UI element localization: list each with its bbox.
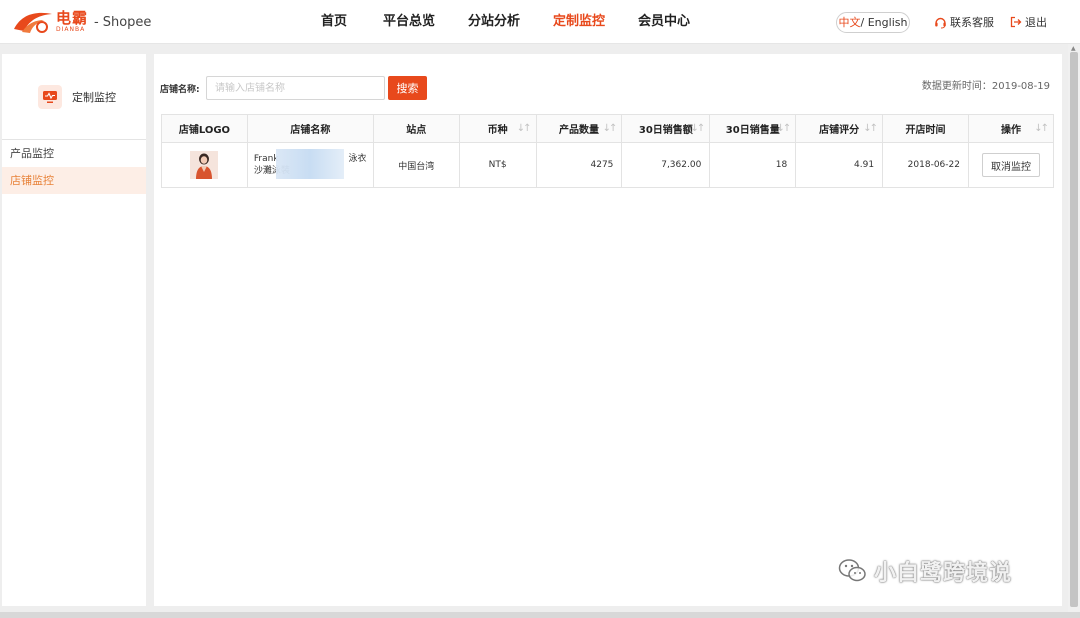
col-product-count[interactable]: 产品数量 ↓↑ xyxy=(535,114,623,143)
nav-custom-monitor[interactable]: 定制监控 xyxy=(553,0,605,44)
wechat-icon xyxy=(838,559,866,582)
sort-icon[interactable]: ↓↑ xyxy=(691,123,706,134)
col-sales-30d[interactable]: 30日销售额 ↓↑ xyxy=(621,114,711,143)
language-toggle[interactable]: 中文/ English xyxy=(836,12,910,33)
shop-name-start: Frank xyxy=(253,154,279,164)
col-label: 店铺名称 xyxy=(290,125,331,136)
col-label: 30日销售量 xyxy=(725,125,780,136)
search-label: 店铺名称: xyxy=(160,85,200,95)
cell-open-date: 2018-06-22 xyxy=(882,142,969,188)
sidebar: 定制监控 产品监控 店铺监控 xyxy=(2,54,146,606)
col-label: 产品数量 xyxy=(558,125,599,136)
shop-name-search-input[interactable] xyxy=(206,76,385,100)
col-label: 币种 xyxy=(487,125,508,136)
col-volume-30d[interactable]: 30日销售量 ↓↑ xyxy=(709,114,797,143)
cell-volume-30d: 18 xyxy=(709,142,797,188)
logout-link[interactable]: 退出 xyxy=(1010,14,1047,30)
page-scrollbar[interactable]: ▲ xyxy=(1068,44,1080,614)
cancel-monitor-button[interactable]: 取消监控 xyxy=(981,153,1040,177)
logo-sub: DIANBA xyxy=(56,26,86,33)
sidebar-item-product-monitor[interactable]: 产品监控 xyxy=(2,140,146,167)
scroll-thumb[interactable] xyxy=(1070,52,1078,607)
sort-icon[interactable]: ↓↑ xyxy=(1034,123,1049,134)
lang-zh: 中文 xyxy=(838,16,861,29)
table-header-row: 店铺LOGO 店铺名称 站点 币种 ↓↑ 产品数量 ↓↑ 30日销售额 ↓↑ 30日销… xyxy=(161,114,1055,143)
shop-logo-image[interactable] xyxy=(190,151,219,179)
platform-name: Shopee xyxy=(102,14,152,30)
col-label: 开店时间 xyxy=(905,125,946,136)
col-shop-name: 店铺名称 xyxy=(246,114,374,143)
scroll-up-icon[interactable]: ▲ xyxy=(1071,45,1076,52)
logo-brand: 电霸 xyxy=(56,9,89,27)
nav-home[interactable]: 首页 xyxy=(321,0,347,44)
logo-text: 电霸 DIANBA xyxy=(56,11,88,33)
col-label: 店铺评分 xyxy=(819,125,860,136)
nav-site-analysis[interactable]: 分站分析 xyxy=(468,0,520,44)
watermark-text: 小白鹭跨境说 xyxy=(874,561,1013,586)
cell-action: 取消监控 xyxy=(967,142,1055,188)
col-currency[interactable]: 币种 ↓↑ xyxy=(458,114,537,143)
col-label: 店铺LOGO xyxy=(178,125,231,136)
support-link[interactable]: 联系客服 xyxy=(934,14,994,30)
main-panel: 店铺名称: 搜索 数据更新时间：2019-08-19 店铺LOGO 店铺名称 站… xyxy=(154,54,1062,606)
logout-label: 退出 xyxy=(1025,16,1047,29)
sort-icon[interactable]: ↓↑ xyxy=(517,123,532,134)
logo-separator: - xyxy=(94,14,99,30)
cell-currency: NT$ xyxy=(458,142,537,188)
cell-shop-logo xyxy=(161,142,248,188)
sidebar-header: 定制监控 xyxy=(2,54,146,140)
cell-product-count: 4275 xyxy=(535,142,623,188)
col-site: 站点 xyxy=(372,114,460,143)
lang-en: / English xyxy=(860,16,908,29)
logo-mark-icon xyxy=(12,9,54,35)
col-label: 30日销售额 xyxy=(638,125,693,136)
logout-icon xyxy=(1010,16,1022,28)
sort-icon[interactable]: ↓↑ xyxy=(776,123,791,134)
sidebar-title: 定制监控 xyxy=(72,90,116,104)
headset-icon xyxy=(935,17,946,28)
cell-sales-30d: 7,362.00 xyxy=(621,142,711,188)
logo[interactable]: 电霸 DIANBA - Shopee xyxy=(12,9,151,35)
shop-table: 店铺LOGO 店铺名称 站点 币种 ↓↑ 产品数量 ↓↑ 30日销售额 ↓↑ 30日销… xyxy=(161,114,1055,188)
nav-member-center[interactable]: 会员中心 xyxy=(638,0,690,44)
top-header: 电霸 DIANBA - Shopee 首页 平台总览 分站分析 定制监控 会员中… xyxy=(0,0,1080,44)
col-rating[interactable]: 店铺评分 ↓↑ xyxy=(795,114,884,143)
watermark: 小白鹭跨境说 xyxy=(838,555,1012,587)
col-label: 站点 xyxy=(406,125,427,136)
table-row: Frank 泳衣 沙灘泳裝 中国台湾 NT$ 4275 7,362.00 18 4… xyxy=(161,142,1055,188)
sort-icon[interactable]: ↓↑ xyxy=(863,123,878,134)
sidebar-item-shop-monitor[interactable]: 店铺监控 xyxy=(2,167,146,194)
shop-name-end: 泳衣 xyxy=(348,154,367,164)
support-label: 联系客服 xyxy=(950,16,994,29)
cell-rating: 4.91 xyxy=(795,142,884,188)
col-action[interactable]: 操作 ↓↑ xyxy=(967,114,1055,143)
monitor-icon xyxy=(38,84,62,109)
data-update-time: 数据更新时间：2019-08-19 xyxy=(921,81,1050,92)
sort-icon[interactable]: ↓↑ xyxy=(603,123,618,134)
search-button[interactable]: 搜索 xyxy=(388,76,427,100)
cell-shop-name[interactable]: Frank 泳衣 沙灘泳裝 xyxy=(246,142,374,188)
col-label: 操作 xyxy=(1000,125,1021,136)
bottom-edge xyxy=(0,612,1080,618)
cell-site: 中国台湾 xyxy=(372,142,460,188)
col-shop-logo: 店铺LOGO xyxy=(161,114,248,143)
col-open-date: 开店时间 xyxy=(882,114,969,143)
nav-platform-overview[interactable]: 平台总览 xyxy=(383,0,435,44)
redacted-mask xyxy=(275,149,344,179)
